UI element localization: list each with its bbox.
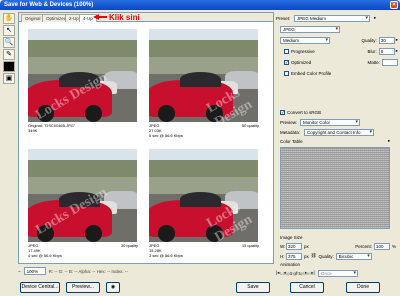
compression-select[interactable]: Medium bbox=[280, 36, 330, 44]
dialog-buttons: Device Central... Preview... ◉ Save Canc… bbox=[18, 282, 400, 293]
preset-select[interactable]: JPEG Medium bbox=[294, 14, 370, 22]
zoom-select[interactable]: 100% bbox=[23, 267, 46, 275]
resample-quality-select[interactable]: Bicubic bbox=[335, 252, 372, 260]
quality-label: Quality: bbox=[361, 37, 377, 43]
device-central-button[interactable]: Device Central... bbox=[20, 282, 60, 293]
convert-srgb-checkbox[interactable]: ✓ bbox=[280, 109, 285, 115]
matte-label: Matte: bbox=[367, 59, 380, 65]
panel-download-time: 4 sec @ 56.6 Kbps bbox=[28, 253, 62, 258]
width-input[interactable]: 320 bbox=[286, 242, 302, 250]
save-button[interactable]: Save bbox=[236, 282, 270, 293]
progressive-label: Progressive bbox=[291, 48, 315, 54]
annotation-arrow-icon bbox=[93, 14, 107, 20]
panel-download-time: 3 sec @ 56.6 Kbps bbox=[149, 253, 183, 258]
done-button[interactable]: Done bbox=[346, 282, 380, 293]
blur-label: Blur: bbox=[367, 48, 377, 54]
preview-button[interactable]: Preview... bbox=[66, 282, 100, 293]
panel-quality: 50 quality bbox=[241, 123, 259, 128]
optimized-checkbox[interactable]: ✓ bbox=[284, 59, 289, 65]
preview-panel-optimized-3[interactable]: Locks Design JPEG 15.28K 3 sec @ 56.6 Kb… bbox=[144, 145, 262, 263]
preview-image[interactable]: Locks Design bbox=[149, 29, 258, 122]
status-text: R: -- G: -- B: -- Alpha: -- Hex: -- Inde… bbox=[48, 268, 128, 274]
preview-image[interactable]: Locks Design bbox=[149, 149, 258, 242]
tool-column: ✋ ↖ 🔍 ✎ ▣ bbox=[2, 12, 16, 84]
percent-label: Percent: bbox=[355, 243, 372, 249]
blur-input[interactable]: 0 bbox=[378, 47, 395, 55]
annotation-callout: Klik sini bbox=[93, 12, 140, 22]
panel-size: 349K bbox=[28, 128, 38, 133]
status-bar: − 100% R: -- G: -- B: -- Alpha: -- Hex: … bbox=[18, 266, 274, 276]
panel-quality: 15 quality bbox=[241, 243, 259, 248]
preview-area: Original Optimized 2-Up 4-Up Klik sini L… bbox=[18, 12, 274, 264]
convert-srgb-label: Convert to sRGB bbox=[287, 109, 322, 115]
color-table-title: Color Table bbox=[280, 139, 303, 144]
metadata-label: Metadata: bbox=[280, 129, 301, 135]
quality-input[interactable]: 30 bbox=[378, 36, 395, 44]
preview-select[interactable]: Monitor Color bbox=[300, 118, 360, 126]
optimized-label: Optimized bbox=[291, 59, 312, 65]
height-input[interactable]: 375 bbox=[286, 252, 302, 260]
image-size-title: Image Size bbox=[280, 235, 303, 240]
window-title-bar: Save for Web & Devices (100%) × bbox=[0, 0, 400, 10]
zoom-icon[interactable]: 🔍 bbox=[3, 37, 15, 48]
embed-profile-checkbox[interactable] bbox=[284, 70, 289, 76]
blur-dropdown-icon[interactable]: ▸ bbox=[396, 48, 398, 54]
width-unit: px bbox=[304, 243, 309, 249]
metadata-select[interactable]: Copyright and Contact Info bbox=[304, 128, 374, 136]
zoom-out-icon[interactable]: − bbox=[18, 269, 21, 274]
slice-visibility-icon[interactable]: ▣ bbox=[3, 73, 15, 84]
browser-icon[interactable]: ◉ bbox=[106, 282, 120, 293]
constrain-link-icon[interactable]: ⛓ bbox=[311, 253, 317, 259]
preview-image[interactable]: Locks Design bbox=[28, 29, 137, 122]
format-select[interactable]: JPEG bbox=[280, 25, 340, 33]
embed-profile-label: Embed Color Profile bbox=[291, 70, 332, 76]
progressive-checkbox[interactable] bbox=[284, 48, 289, 54]
matte-select[interactable] bbox=[382, 58, 398, 66]
quality-dropdown-icon[interactable]: ▸ bbox=[396, 37, 398, 43]
panel-info: Original: "DSC00465.JPG" 349K bbox=[28, 123, 138, 133]
percent-unit: % bbox=[391, 243, 396, 249]
panel-quality: 30 quality bbox=[120, 243, 138, 248]
preset-menu-icon[interactable]: ▸ bbox=[374, 15, 376, 21]
slice-select-icon[interactable]: ↖ bbox=[3, 25, 15, 36]
hand-icon[interactable]: ✋ bbox=[3, 13, 15, 24]
color-swatch-icon[interactable] bbox=[3, 61, 15, 72]
eyedropper-icon[interactable]: ✎ bbox=[3, 49, 15, 60]
preview-label: Preview: bbox=[280, 119, 298, 125]
panel-info: JPEG 15.28K 3 sec @ 56.6 Kbps 15 quality bbox=[149, 243, 259, 258]
height-unit: px bbox=[304, 253, 309, 259]
percent-input[interactable]: 100 bbox=[373, 242, 390, 250]
preview-panel-optimized-2[interactable]: Locks Design JPEG 17.49K 4 sec @ 56.6 Kb… bbox=[23, 145, 141, 263]
looping-select[interactable]: Once bbox=[318, 269, 359, 277]
preset-label: Preset: bbox=[276, 15, 291, 21]
window-title: Save for Web & Devices (100%) bbox=[4, 2, 94, 8]
panel-info: JPEG 17.49K 4 sec @ 56.6 Kbps 30 quality bbox=[28, 243, 138, 258]
resample-quality-label: Quality: bbox=[318, 253, 334, 259]
color-table-menu-icon[interactable]: ▸ bbox=[388, 138, 390, 144]
view-tabs: Original Optimized 2-Up 4-Up Klik sini bbox=[19, 13, 273, 22]
animation-title: Animation bbox=[280, 262, 301, 267]
annotation-text: Klik sini bbox=[109, 12, 140, 22]
cancel-button[interactable]: Cancel bbox=[290, 282, 324, 293]
panel-download-time: 5 sec @ 56.6 Kbps bbox=[149, 133, 183, 138]
panel-info: JPEG 27.03K 5 sec @ 56.6 Kbps 50 quality bbox=[149, 123, 259, 138]
color-table[interactable] bbox=[280, 147, 390, 229]
preview-panel-optimized-1[interactable]: Locks Design JPEG 27.03K 5 sec @ 56.6 Kb… bbox=[144, 25, 262, 143]
looping-label: Looping Options: bbox=[280, 270, 315, 276]
close-window-button[interactable]: × bbox=[390, 1, 398, 9]
settings-panel: Preset: JPEG Medium ▸ JPEG Medium Qualit… bbox=[276, 12, 398, 278]
tab-original[interactable]: Original bbox=[21, 14, 45, 22]
preview-panel-original[interactable]: Locks Design Original: "DSC00465.JPG" 34… bbox=[23, 25, 141, 143]
preview-image[interactable]: Locks Design bbox=[28, 149, 137, 242]
